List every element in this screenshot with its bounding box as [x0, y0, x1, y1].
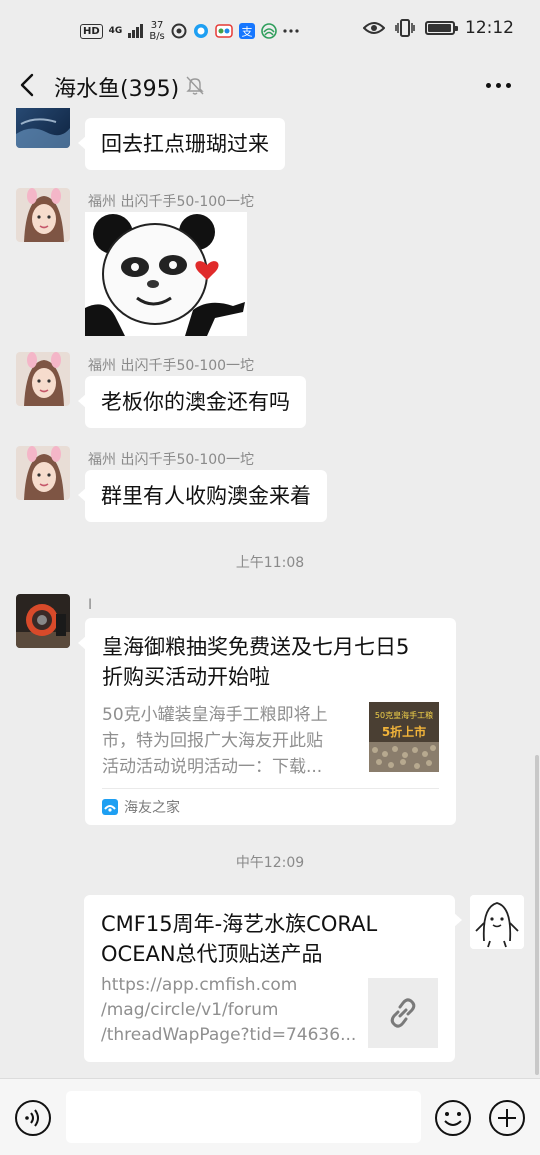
message-input[interactable]: [66, 1091, 421, 1143]
thumb-text-1: 50克皇海手工粮: [375, 710, 433, 720]
message-text: 回去扛点珊瑚过来: [101, 132, 269, 156]
link-card[interactable]: CMF15周年-海艺水族CORAL OCEAN总代顶贴送产品 https://a…: [84, 895, 462, 1062]
avatar[interactable]: [16, 446, 70, 500]
hd-icon: HD: [80, 23, 103, 39]
net-speed: 37 B/s: [149, 20, 164, 42]
card-title-line-2: 折购买活动开始啦: [102, 665, 270, 689]
message-bubble[interactable]: 群里有人收购澳金来着: [78, 470, 327, 522]
wechat-dot-icon: [171, 23, 187, 39]
card-title-line-1: CMF15周年-海艺水族CORAL: [101, 912, 378, 936]
card-desc-line-3: 活动活动说明活动一：下载...: [102, 757, 323, 777]
net-speed-value: 37: [150, 20, 164, 31]
message-text: 老板你的澳金还有吗: [101, 390, 290, 414]
panda-meme-heart-sticker[interactable]: [85, 212, 247, 336]
avatar[interactable]: [16, 108, 70, 148]
vibrate-icon: [395, 19, 415, 37]
signal-icon: [128, 24, 144, 38]
net-speed-unit: B/s: [149, 31, 165, 42]
clock: 12:12: [465, 18, 514, 38]
chat-title: 海水鱼(395): [54, 77, 180, 102]
more-icon[interactable]: [486, 72, 516, 98]
timestamp: 中午12:09: [235, 855, 305, 871]
sender-name: 福州 出闪千手50-100一坨: [88, 358, 255, 374]
my-avatar[interactable]: [470, 895, 524, 949]
eye-icon: [363, 22, 385, 34]
more-dots-icon: [283, 29, 299, 33]
card-desc-line-2: 市，特为回报广大海友开此贴: [102, 731, 323, 751]
link-thumbnail: [368, 978, 438, 1048]
chat-area[interactable]: 回去扛点珊瑚过来 福州 出闪千手50-100一坨 福州 出闪千手50-100一坨…: [0, 108, 540, 1078]
battery-icon: [425, 21, 458, 35]
message-bubble[interactable]: 回去扛点珊瑚过来: [78, 118, 285, 170]
card-thumbnail: 50克皇海手工粮 5折上市: [369, 702, 439, 772]
emoji-icon[interactable]: [434, 1099, 472, 1137]
message-text: 群里有人收购澳金来着: [101, 484, 311, 508]
timestamp: 上午11:08: [235, 555, 305, 571]
svg-text:支: 支: [241, 26, 252, 39]
thumb-text-2: 5折上市: [382, 724, 426, 739]
status-bar: HD 4G 37 B/s 支 12:12: [0, 0, 540, 62]
card-title-line-2: OCEAN总代顶贴送产品: [101, 942, 323, 966]
plus-icon[interactable]: [488, 1099, 526, 1137]
avatar[interactable]: [16, 594, 70, 648]
voice-icon[interactable]: [14, 1099, 52, 1137]
network-type-label: 4G: [108, 25, 123, 36]
mute-bell-icon: [186, 76, 204, 95]
avatar[interactable]: [16, 188, 70, 242]
maps-icon: [215, 24, 233, 38]
qq-browser-icon: [193, 24, 208, 38]
sender-name: I: [88, 597, 93, 613]
input-bar: [0, 1078, 540, 1155]
avatar[interactable]: [16, 352, 70, 406]
sender-name: 福州 出闪千手50-100一坨: [88, 194, 255, 210]
title-bar: 海水鱼(395): [0, 62, 540, 108]
card-url-line-2: /mag/circle/v1/forum: [101, 1000, 279, 1020]
card-url-line-3: /threadWapPage?tid=74636...: [101, 1025, 357, 1045]
source-name: 海友之家: [124, 800, 180, 816]
china-mobile-icon: [260, 23, 277, 39]
back-arrow-icon[interactable]: [14, 70, 44, 100]
sender-name: 福州 出闪千手50-100一坨: [88, 452, 255, 468]
article-card[interactable]: 皇海御粮抽奖免费送及七月七日5 折购买活动开始啦 50克小罐装皇海手工粮即将上 …: [78, 618, 456, 825]
link-icon: [390, 998, 416, 1028]
card-source: 海友之家: [102, 788, 439, 825]
source-app-icon: [102, 799, 118, 815]
card-title-line-1: 皇海御粮抽奖免费送及七月七日5: [102, 635, 410, 659]
alipay-icon: 支: [238, 23, 255, 39]
card-desc-line-1: 50克小罐装皇海手工粮即将上: [102, 705, 328, 725]
scrollbar[interactable]: [535, 755, 539, 1075]
message-bubble[interactable]: 老板你的澳金还有吗: [78, 376, 306, 428]
card-url-line-1: https://app.cmfish.com: [101, 975, 298, 995]
